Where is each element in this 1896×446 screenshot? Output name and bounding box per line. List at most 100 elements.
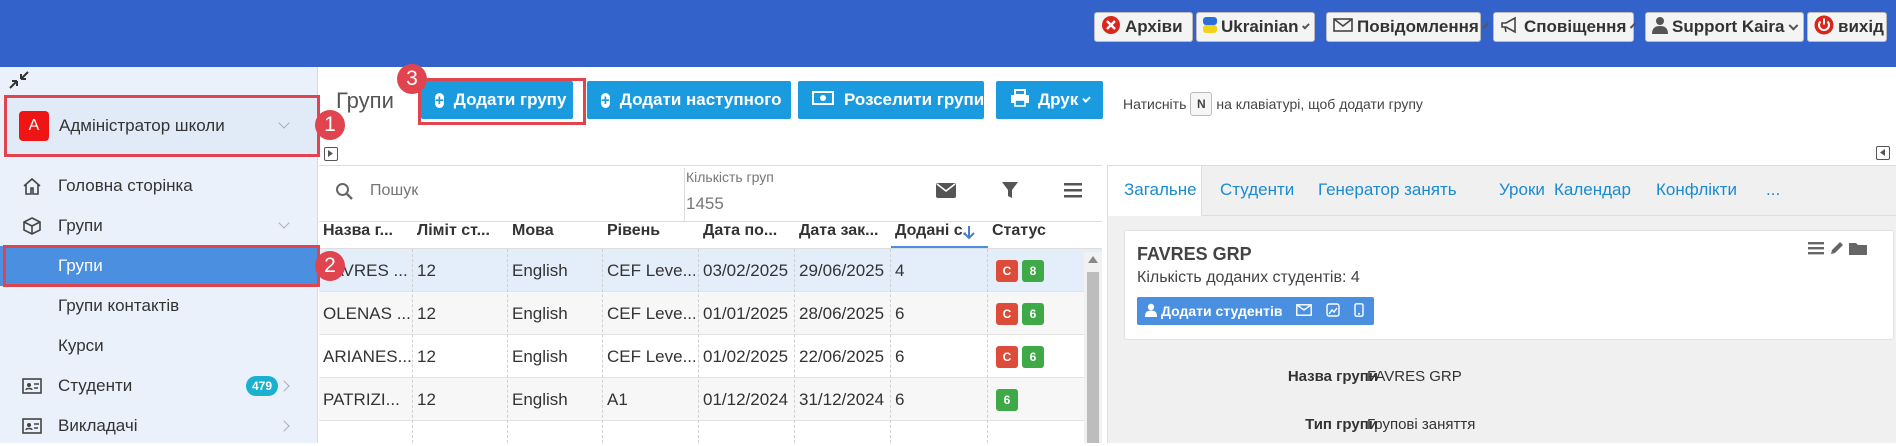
archives-button[interactable]: Архіви [1094,12,1193,42]
id-card-icon [22,376,42,396]
col-separator [794,249,795,443]
col-separator [602,249,603,443]
folder-icon[interactable] [1849,241,1867,260]
col-header-start-date[interactable]: Дата по... [703,222,793,248]
sidebar-item-home[interactable]: Головна сторінка [0,166,318,206]
scrollbar-track[interactable] [1084,252,1102,443]
notifications-button[interactable]: Сповіщення [1493,12,1637,42]
page-title: Групи [336,88,394,113]
filter-icon[interactable] [1002,181,1018,204]
col-header-end-date[interactable]: Дата зак... [799,222,889,248]
language-select[interactable]: Ukrainian [1196,12,1315,42]
divider [684,168,685,222]
count-badge: 479 [246,376,278,396]
sidebar-item-label: Групи [58,216,103,235]
col-header-level[interactable]: Рівень [607,222,687,248]
table-row[interactable]: OLENAS ... 12 English CEF Leve... 01/01/2025… [319,292,1102,335]
chevron-down-icon [1082,93,1091,103]
table-cell: 01/02/2025 [703,347,789,366]
table-cell: A1 [607,390,628,409]
tab-more[interactable]: ... [1766,180,1780,200]
megaphone-icon [1500,16,1520,39]
col-separator [890,249,891,443]
status-badge: C [996,303,1018,325]
keyboard-hint: Натисніть N на клавіатурі, щоб додати гр… [1123,92,1423,116]
sidebar-item-label: Головна сторінка [58,176,193,195]
messages-label: Повідомлення [1357,17,1479,36]
table-cell: 12 [417,304,436,323]
table-row[interactable]: ARIANES... 12 English CEF Leve... 01/02/2025… [319,335,1102,378]
envelope-icon[interactable] [1296,303,1313,319]
table-cell: 6 [895,390,905,409]
table-cell: CEF Leve... [607,347,695,366]
sidebar-item-courses[interactable]: Курси [0,326,318,366]
table-row[interactable]: FAVRES ... 12 English CEF Leve... 03/02/2025… [319,249,1102,292]
table-cell: 31/12/2024 [799,390,885,409]
hint-key: N [1190,92,1213,116]
sidebar-item-label: Викладачі [58,416,138,435]
split-groups-label: Розселити групи [844,90,985,109]
user-menu-button[interactable]: Support Kaira [1645,12,1804,42]
collapse-panel-icon[interactable] [1876,146,1890,160]
annotation-badge-3: 3 [397,64,427,94]
scrollbar-thumb[interactable] [1087,272,1099,443]
sidebar-item-label: Студенти [58,376,133,395]
tab-students[interactable]: Студенти [1220,180,1294,200]
sort-desc-icon[interactable] [962,225,976,246]
messages-button[interactable]: Повідомлення [1326,12,1489,42]
list-icon[interactable] [1808,241,1824,260]
table-cell: English [512,261,568,280]
divider [1202,215,1896,216]
add-students-button[interactable]: Додати студентів [1161,303,1282,319]
group-count-label: Кількість груп [686,169,774,185]
table-cell: 22/06/2025 [799,347,885,366]
picture-icon[interactable] [1326,302,1341,320]
col-separator [507,249,508,443]
envelope-icon[interactable] [936,183,956,203]
tab-general[interactable]: Загальне [1124,180,1197,200]
col-header-name[interactable]: Назва г... [323,222,411,248]
plus-circle-icon: + [601,91,610,109]
home-icon [22,176,42,196]
pencil-icon[interactable] [1829,240,1845,261]
col-header-status[interactable]: Статус [992,222,1072,248]
split-groups-button[interactable]: Розселити групи [798,81,984,119]
search-input[interactable] [370,178,670,204]
tab-calendar[interactable]: Календар [1554,180,1631,200]
table-row[interactable]: PATRIZI... 12 English A1 01/12/2024 31/12/202… [319,378,1102,421]
archives-label: Архіви [1125,17,1183,36]
tab-conflicts[interactable]: Конфлікти [1656,180,1737,200]
group-card: FAVRES GRP Кількість доданих студентів: … [1124,230,1894,340]
sidebar-item-teachers[interactable]: Викладачі [0,406,318,446]
tab-lessons[interactable]: Уроки [1499,180,1545,200]
add-next-button[interactable]: + Додати наступного [587,81,791,119]
col-header-language[interactable]: Мова [512,222,592,248]
logout-button[interactable]: вихід [1807,12,1887,42]
col-separator [987,249,988,443]
user-icon [1652,16,1668,39]
chevron-right-icon [278,420,290,432]
table-cell: 4 [895,261,905,280]
search-icon [335,182,353,205]
mobile-icon[interactable] [1354,302,1365,320]
scroll-up-icon[interactable] [1088,256,1098,263]
sidebar-item-contact-groups[interactable]: Групи контактів [0,286,318,326]
tab-lesson-generator[interactable]: Генератор занять [1318,180,1457,200]
sidebar-item-students[interactable]: Студенти 479 [0,366,318,406]
group-card-title: FAVRES GRP [1137,244,1252,264]
menu-icon[interactable] [1064,183,1082,203]
col-header-limit[interactable]: Ліміт ст... [417,222,502,248]
status-badge: C [996,346,1018,368]
col-separator [412,249,413,443]
col-header-added[interactable]: Додані с... [895,222,970,248]
logout-label: вихід [1838,17,1884,36]
expand-panel-icon[interactable] [324,147,338,161]
sidebar-item-groups-section[interactable]: Групи [0,206,318,246]
box-icon [22,216,42,236]
print-button[interactable]: Друк [996,81,1103,119]
table-cell: 12 [417,347,436,366]
collapse-icon[interactable] [8,70,30,90]
money-icon [812,90,834,111]
power-icon [1814,15,1834,40]
status-badge: 6 [996,389,1018,411]
